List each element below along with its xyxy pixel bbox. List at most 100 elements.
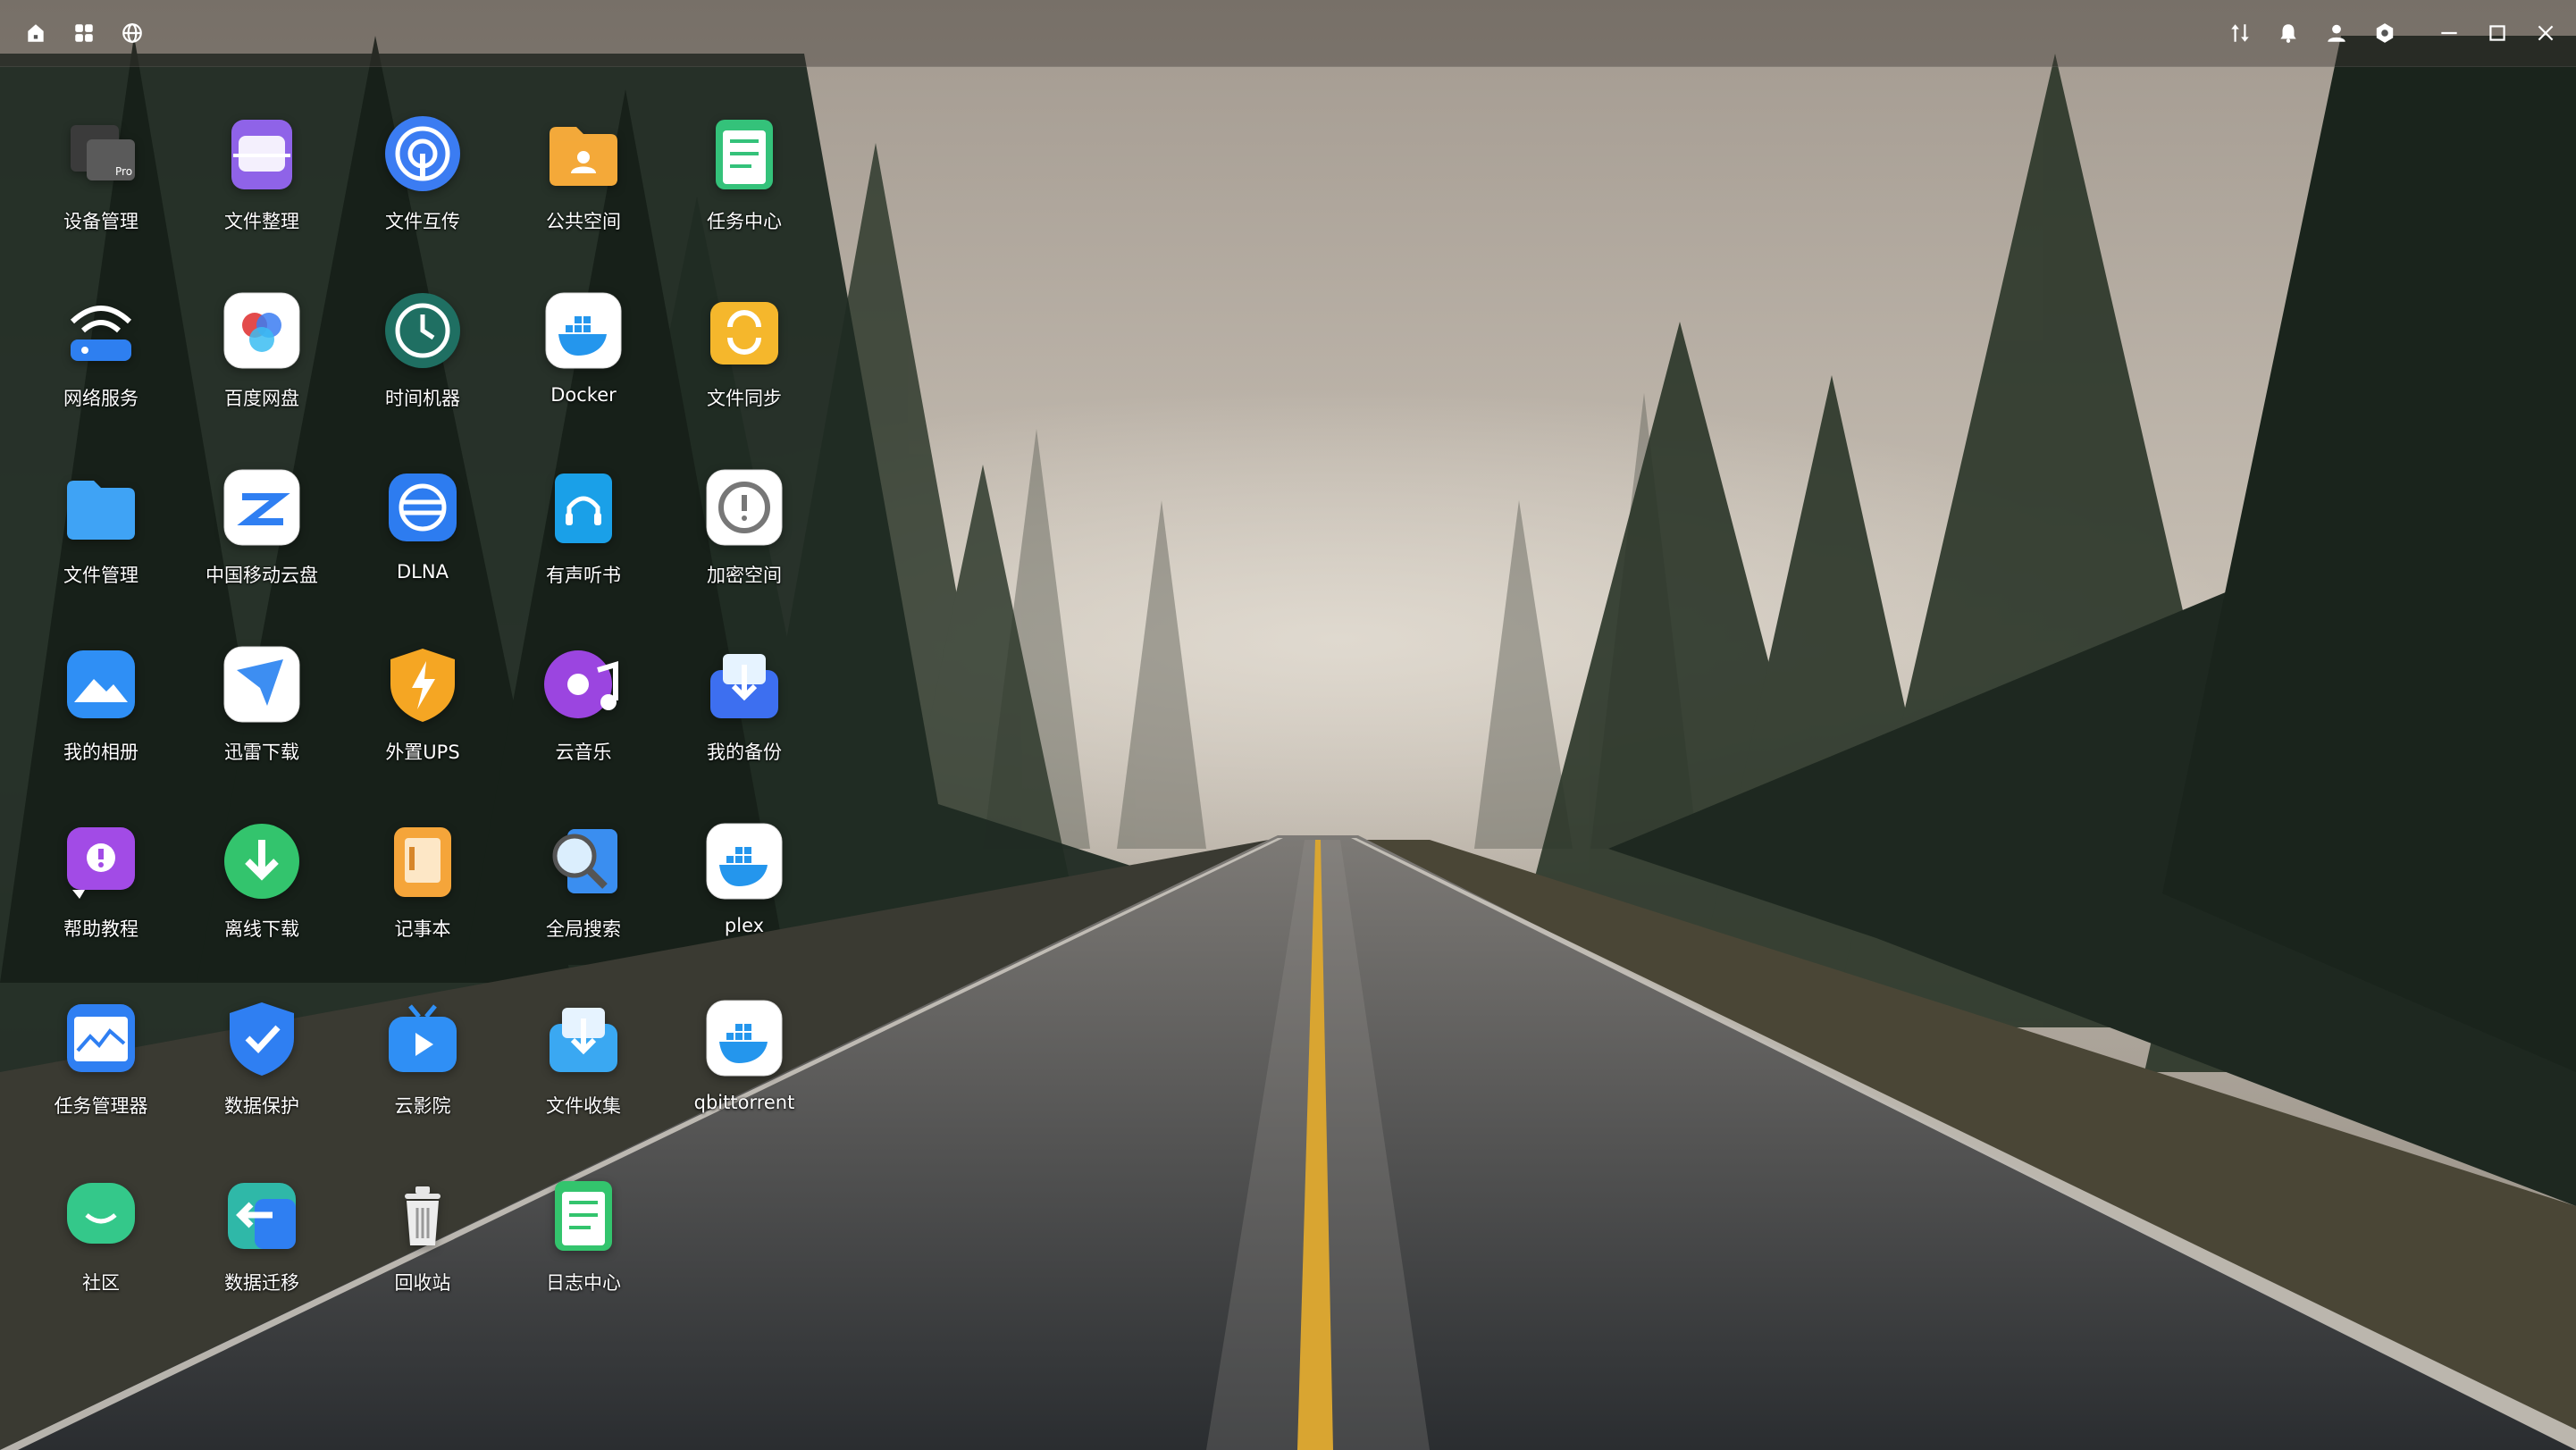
desktop-app[interactable]: 回收站 (338, 1167, 508, 1328)
desktop-app[interactable]: 文件同步 (659, 282, 829, 443)
app-label: Docker (550, 384, 617, 406)
desktop-app[interactable]: 中国移动云盘 (177, 459, 347, 620)
desktop-app[interactable]: 公共空间 (499, 105, 668, 266)
file-organize-icon (221, 113, 303, 195)
user-icon[interactable] (2319, 15, 2354, 51)
data-migration-icon (221, 1174, 303, 1256)
maximize-icon[interactable] (2480, 15, 2515, 51)
svg-text:Pro: Pro (115, 165, 132, 178)
desktop-app[interactable]: plex (659, 813, 829, 974)
desktop-app[interactable]: Docker (499, 282, 668, 443)
desktop-app[interactable]: 数据保护 (177, 990, 347, 1151)
app-label: 文件同步 (707, 388, 782, 409)
desktop-app[interactable]: 有声听书 (499, 459, 668, 620)
docker-icon (542, 289, 625, 372)
desktop-app[interactable]: 文件互传 (338, 105, 508, 266)
desktop-app[interactable]: 云音乐 (499, 636, 668, 797)
app-label: 帮助教程 (63, 918, 138, 940)
app-label: 公共空间 (546, 211, 621, 232)
app-label: 我的备份 (707, 742, 782, 763)
app-label: 日志中心 (546, 1272, 621, 1294)
task-center-icon (703, 113, 785, 195)
recycle-bin-icon (382, 1174, 464, 1256)
settings-icon[interactable] (2367, 15, 2403, 51)
file-transfer-icon (382, 113, 464, 195)
minimize-icon[interactable] (2431, 15, 2467, 51)
app-label: 离线下载 (224, 918, 299, 940)
baidu-netdisk-icon (221, 289, 303, 372)
task-manager-icon (60, 997, 142, 1079)
desktop-app[interactable]: 文件整理 (177, 105, 347, 266)
app-label: 云影院 (394, 1095, 451, 1117)
app-label: 全局搜索 (546, 918, 621, 940)
desktop-app[interactable]: 帮助教程 (16, 813, 186, 974)
desktop-app[interactable]: 外置UPS (338, 636, 508, 797)
desktop: Pro 设备管理 文件整理 文件互传 公共空间 任务中心网络服务 百度网盘 时间机器 Dock… (0, 0, 2576, 1450)
app-label: qbittorrent (693, 1092, 795, 1113)
app-label: 记事本 (394, 918, 451, 940)
app-label: 时间机器 (385, 388, 460, 409)
time-machine-icon (382, 289, 464, 372)
my-backup-icon (703, 643, 785, 725)
desktop-app[interactable]: 记事本 (338, 813, 508, 974)
cloud-music-icon (542, 643, 625, 725)
dlna-icon (382, 466, 464, 549)
app-label: 任务中心 (707, 211, 782, 232)
desktop-app[interactable]: 全局搜索 (499, 813, 668, 974)
desktop-app[interactable]: 任务管理器 (16, 990, 186, 1151)
app-label: 中国移动云盘 (206, 565, 318, 586)
device-manager-icon: Pro (60, 113, 142, 195)
encrypted-space-icon (703, 466, 785, 549)
app-label: 任务管理器 (54, 1095, 148, 1117)
apps-grid-icon[interactable] (66, 15, 102, 51)
desktop-app[interactable]: 时间机器 (338, 282, 508, 443)
network-service-icon (60, 289, 142, 372)
close-icon[interactable] (2528, 15, 2563, 51)
desktop-app[interactable]: 我的备份 (659, 636, 829, 797)
app-label: 数据保护 (224, 1095, 299, 1117)
community-icon (60, 1174, 142, 1256)
audiobook-icon (542, 466, 625, 549)
docker-icon (703, 997, 785, 1079)
china-mobile-cloud-icon (221, 466, 303, 549)
desktop-app[interactable]: 文件收集 (499, 990, 668, 1151)
desktop-app[interactable]: 日志中心 (499, 1167, 668, 1328)
globe-icon[interactable] (114, 15, 150, 51)
desktop-app[interactable]: 迅雷下载 (177, 636, 347, 797)
external-ups-icon (382, 643, 464, 725)
desktop-app[interactable]: 离线下载 (177, 813, 347, 974)
desktop-app[interactable]: 网络服务 (16, 282, 186, 443)
desktop-app[interactable]: 数据迁移 (177, 1167, 347, 1328)
data-protection-icon (221, 997, 303, 1079)
log-center-icon (542, 1174, 625, 1256)
offline-download-icon (221, 820, 303, 902)
desktop-app[interactable]: Pro 设备管理 (16, 105, 186, 266)
app-label: plex (724, 915, 765, 936)
app-label: 外置UPS (385, 742, 460, 763)
app-label: 文件互传 (385, 211, 460, 232)
desktop-app[interactable]: 文件管理 (16, 459, 186, 620)
transfer-icon[interactable] (2222, 15, 2258, 51)
app-label: 设备管理 (63, 211, 138, 232)
file-sync-icon (703, 289, 785, 372)
desktop-app[interactable]: 社区 (16, 1167, 186, 1328)
desktop-app[interactable]: 任务中心 (659, 105, 829, 266)
home-icon[interactable] (18, 15, 54, 51)
cloud-cinema-icon (382, 997, 464, 1079)
notepad-icon (382, 820, 464, 902)
desktop-app[interactable]: 加密空间 (659, 459, 829, 620)
desktop-app[interactable]: DLNA (338, 459, 508, 620)
desktop-app[interactable]: 云影院 (338, 990, 508, 1151)
thunder-download-icon (221, 643, 303, 725)
desktop-app[interactable]: 我的相册 (16, 636, 186, 797)
app-label: 加密空间 (707, 565, 782, 586)
top-bar (0, 0, 2576, 67)
desktop-app[interactable]: 百度网盘 (177, 282, 347, 443)
app-label: DLNA (397, 561, 449, 583)
app-label: 百度网盘 (224, 388, 299, 409)
public-space-icon (542, 113, 625, 195)
app-label: 我的相册 (63, 742, 138, 763)
desktop-app[interactable]: qbittorrent (659, 990, 829, 1151)
app-label: 社区 (82, 1272, 120, 1294)
bell-icon[interactable] (2270, 15, 2306, 51)
